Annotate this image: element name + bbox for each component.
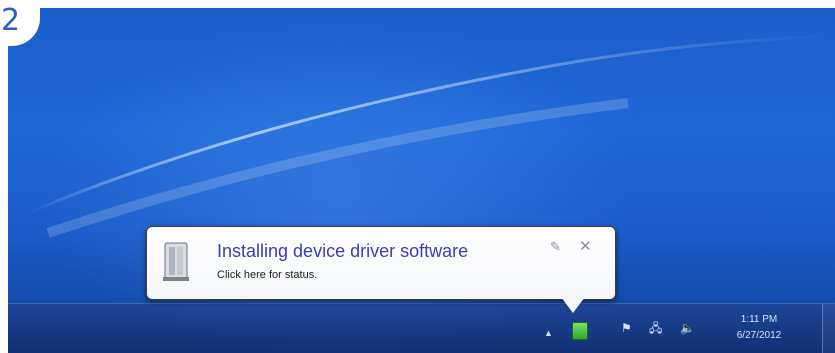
clock-date: 6/27/2012 — [736, 330, 782, 341]
notification-balloon[interactable]: Installing device driver software Click … — [146, 226, 616, 300]
close-icon[interactable]: ✕ — [579, 237, 592, 255]
windows-desktop: Installing device driver software Click … — [8, 8, 835, 353]
volume-icon[interactable]: 🔈 — [680, 320, 695, 336]
notification-title: Installing device driver software — [217, 241, 469, 261]
device-install-icon[interactable] — [572, 322, 588, 340]
action-center-flag-icon[interactable]: ⚑ — [621, 320, 632, 336]
notification-status-link[interactable]: Click here for status. — [217, 269, 317, 281]
device-driver-icon — [163, 242, 189, 281]
tutorial-screenshot: Installing device driver software Click … — [0, 0, 835, 353]
notification-options-icon[interactable]: ✎ — [550, 239, 561, 255]
notification-balloon-tail — [561, 297, 585, 313]
network-icon[interactable]: 🖧 — [649, 320, 662, 336]
show-desktop-button[interactable] — [822, 304, 835, 353]
clock-time: 1:11 PM — [740, 314, 778, 325]
show-hidden-icons-chevron[interactable]: ▲ — [544, 325, 553, 341]
wallpaper-swoosh — [27, 34, 835, 238]
taskbar: ▲ ⚑ 🖧 🔈 1:11 PM 6/27/2012 — [8, 303, 835, 353]
taskbar-clock[interactable]: 1:11 PM 6/27/2012 — [724, 312, 794, 344]
